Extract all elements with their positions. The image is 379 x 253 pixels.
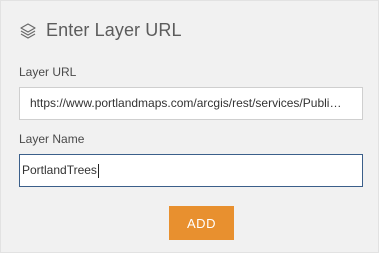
layer-url-input[interactable]: https://www.portlandmaps.com/arcgis/rest… <box>19 87 363 120</box>
layer-name-input[interactable]: PortlandTrees <box>19 154 363 187</box>
panel-title: Enter Layer URL <box>46 20 182 40</box>
enter-layer-url-panel: Enter Layer URL Layer URL https://www.po… <box>0 0 379 253</box>
layer-url-label: Layer URL <box>19 65 77 79</box>
text-caret <box>97 163 99 178</box>
layer-url-value: https://www.portlandmaps.com/arcgis/rest… <box>30 96 342 110</box>
add-button[interactable]: ADD <box>169 206 234 240</box>
layer-name-label: Layer Name <box>19 132 85 146</box>
layer-name-value: PortlandTrees <box>22 163 97 177</box>
panel-header: Enter Layer URL <box>19 20 182 41</box>
layers-icon <box>19 22 37 40</box>
